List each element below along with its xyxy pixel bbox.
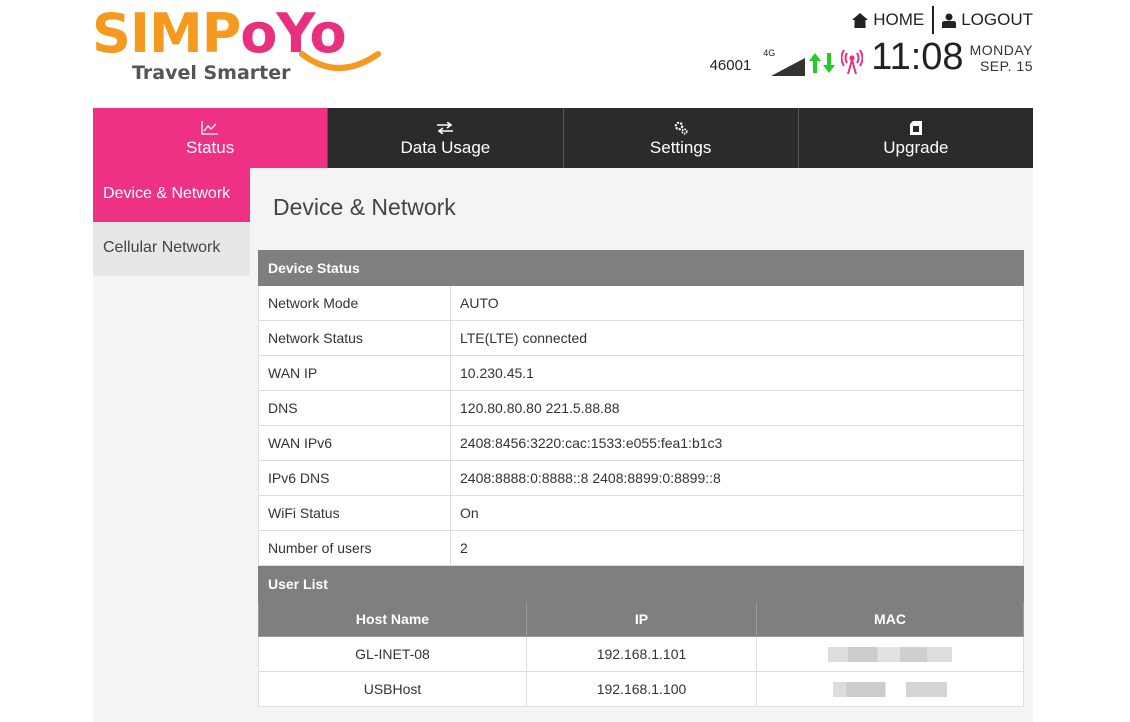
row-label: DNS (258, 390, 451, 426)
user-list-heading: User List (258, 566, 1024, 602)
tab-data-usage[interactable]: Data Usage (327, 108, 562, 168)
section-header-user-list: User List (258, 566, 1024, 602)
row-value: 2408:8456:3220:cac:1533:e055:fea1:b1c3 (450, 425, 1024, 461)
section-header-device-status: Device Status (258, 250, 1024, 286)
row-value: 10.230.45.1 (450, 355, 1024, 391)
row-value: AUTO (450, 285, 1024, 321)
ip-cell: 192.168.1.101 (526, 636, 757, 672)
user-icon (942, 13, 957, 28)
row-value: 2408:8888:0:8888::8 2408:8899:0:8899::8 (450, 460, 1024, 496)
logout-link[interactable]: LOGOUT (942, 10, 1033, 30)
tab-upgrade[interactable]: Upgrade (797, 108, 1033, 168)
home-icon (852, 12, 869, 28)
tab-upgrade-label: Upgrade (883, 137, 949, 157)
device-status-heading: Device Status (258, 250, 1024, 286)
table-row: Network Mode AUTO (258, 285, 1024, 321)
ip-cell: 192.168.1.100 (526, 671, 757, 707)
home-link[interactable]: HOME (852, 10, 924, 30)
table-header-row: Host Name IP MAC (258, 601, 1024, 637)
sidebar-item-cellular-network[interactable]: Cellular Network (93, 222, 250, 276)
carrier-code: 46001 (709, 57, 752, 74)
mac-cell (756, 671, 1024, 707)
row-label: WAN IPv6 (258, 425, 451, 461)
table-row: GL-INET-08 192.168.1.101 (258, 636, 1024, 672)
row-label: IPv6 DNS (258, 460, 451, 496)
table-row: DNS 120.80.80.80 221.5.88.88 (258, 390, 1024, 426)
host-name-cell: GL-INET-08 (258, 636, 527, 672)
broadcast-antenna-icon (841, 50, 864, 74)
top-links: HOME LOGOUT (852, 6, 1033, 34)
table-row: WAN IP 10.230.45.1 (258, 355, 1024, 391)
date-month-day: SEP. 15 (979, 58, 1033, 74)
table-row: WiFi Status On (258, 495, 1024, 531)
row-value: On (450, 495, 1024, 531)
date-day: MONDAY (969, 42, 1033, 58)
clock-time: 11:08 (871, 36, 964, 78)
date-display: MONDAY SEP. 15 (970, 42, 1033, 74)
table-row: IPv6 DNS 2408:8888:0:8888::8 2408:8899:0… (258, 460, 1024, 496)
row-value: 120.80.80.80 221.5.88.88 (450, 390, 1024, 426)
table-row: Network Status LTE(LTE) connected (258, 320, 1024, 356)
user-list-table: User List Host Name IP MAC GL-INET-08 19… (258, 566, 1024, 707)
status-panel: Device Status Network Mode AUTO Network … (258, 250, 1024, 707)
signal-strength-icon (771, 58, 806, 76)
device-status-table: Device Status Network Mode AUTO Network … (258, 250, 1024, 566)
tab-data-usage-label: Data Usage (400, 137, 491, 157)
top-links-divider (932, 6, 935, 34)
brand-logo: SIMPoYo Travel Smarter (92, 4, 382, 94)
tab-status-label: Status (186, 137, 235, 157)
row-label: WAN IP (258, 355, 451, 391)
home-label: HOME (873, 10, 925, 29)
logo-smile-icon (299, 51, 381, 71)
chart-icon (201, 119, 219, 137)
redacted-mac (833, 682, 947, 698)
brand-tagline: Travel Smarter (132, 62, 291, 84)
transfer-arrows-icon (437, 119, 454, 137)
row-label: Network Status (258, 320, 451, 356)
network-type: 4G (763, 48, 776, 58)
main-nav-tabs: Status Data Usage Settings Upgrade (93, 108, 1033, 168)
row-label: Number of users (258, 530, 451, 566)
row-value: 2 (450, 530, 1024, 566)
sim-card-icon (909, 119, 922, 137)
tab-status[interactable]: Status (93, 108, 328, 168)
redacted-mac (828, 647, 952, 663)
gears-icon (674, 119, 688, 137)
tab-settings[interactable]: Settings (562, 108, 798, 168)
column-header-ip: IP (526, 601, 757, 637)
up-down-arrows-icon (809, 53, 836, 73)
device-status-bar: 46001 4G 11:08 MONDAY SEP. 15 (710, 38, 1033, 76)
page-title: Device & Network (273, 194, 456, 220)
mac-cell (756, 636, 1024, 672)
host-name-cell: USBHost (258, 671, 527, 707)
row-label: WiFi Status (258, 495, 451, 531)
sidebar-item-device-network[interactable]: Device & Network (93, 168, 250, 222)
sidebar: Device & Network Cellular Network (93, 168, 250, 276)
column-header-host-name: Host Name (258, 601, 527, 637)
table-row: WAN IPv6 2408:8456:3220:cac:1533:e055:fe… (258, 425, 1024, 461)
column-header-mac: MAC (756, 601, 1024, 637)
row-value: LTE(LTE) connected (450, 320, 1024, 356)
table-row: USBHost 192.168.1.100 (258, 671, 1024, 707)
table-row: Number of users 2 (258, 530, 1024, 566)
row-label: Network Mode (258, 285, 451, 321)
tab-settings-label: Settings (649, 137, 712, 157)
logout-label: LOGOUT (961, 10, 1033, 29)
